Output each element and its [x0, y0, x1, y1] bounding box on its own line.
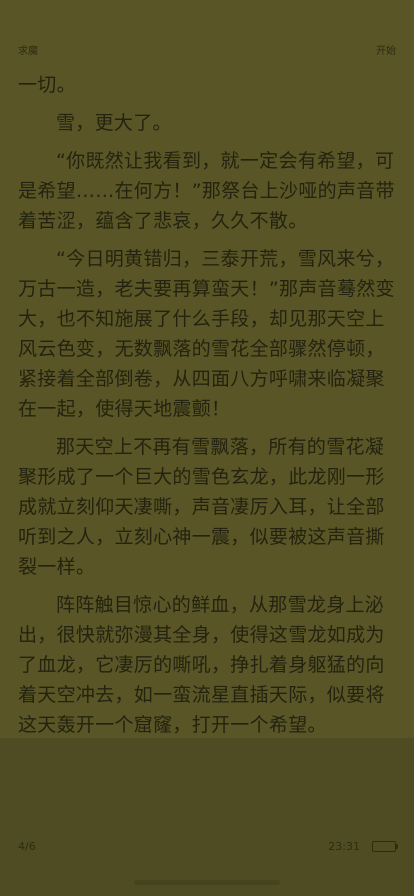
- paragraph: “你既然让我看到，就一定会有希望，可是希望……在何方！”那祭台上沙哑的声音带着苦…: [18, 150, 395, 232]
- time-label: 23:31: [328, 840, 360, 853]
- paragraph: 那天空上不再有雪飘落，所有的雪花凝聚形成了一个巨大的雪色玄龙，此龙刚一形成就立刻…: [18, 436, 385, 578]
- page-indicator: 4/6: [18, 840, 36, 853]
- reader-footer: 4/6 23:31: [0, 836, 414, 856]
- page-shade: [0, 738, 414, 896]
- paragraph: 阵阵触目惊心的鲜血，从那雪龙身上泌出，很快就弥漫其全身，使得这雪龙如成为了血龙，…: [18, 594, 385, 736]
- book-title: 求魔: [18, 46, 38, 57]
- home-indicator[interactable]: [134, 880, 280, 885]
- reader-header: 求魔 开始: [0, 0, 414, 70]
- chapter-title: 开始: [376, 46, 396, 57]
- paragraph: “今日明黄错归，三泰开荒，雪风来兮，万古一造，老夫要再算蛮天！”那声音蓦然变大，…: [18, 248, 395, 420]
- battery-icon: [372, 841, 398, 852]
- paragraph: 雪，更大了。: [56, 112, 172, 134]
- reading-content[interactable]: 一切。 雪，更大了。 “你既然让我看到，就一定会有希望，可是希望……在何方！”那…: [18, 70, 398, 748]
- paragraph: 一切。: [18, 74, 76, 96]
